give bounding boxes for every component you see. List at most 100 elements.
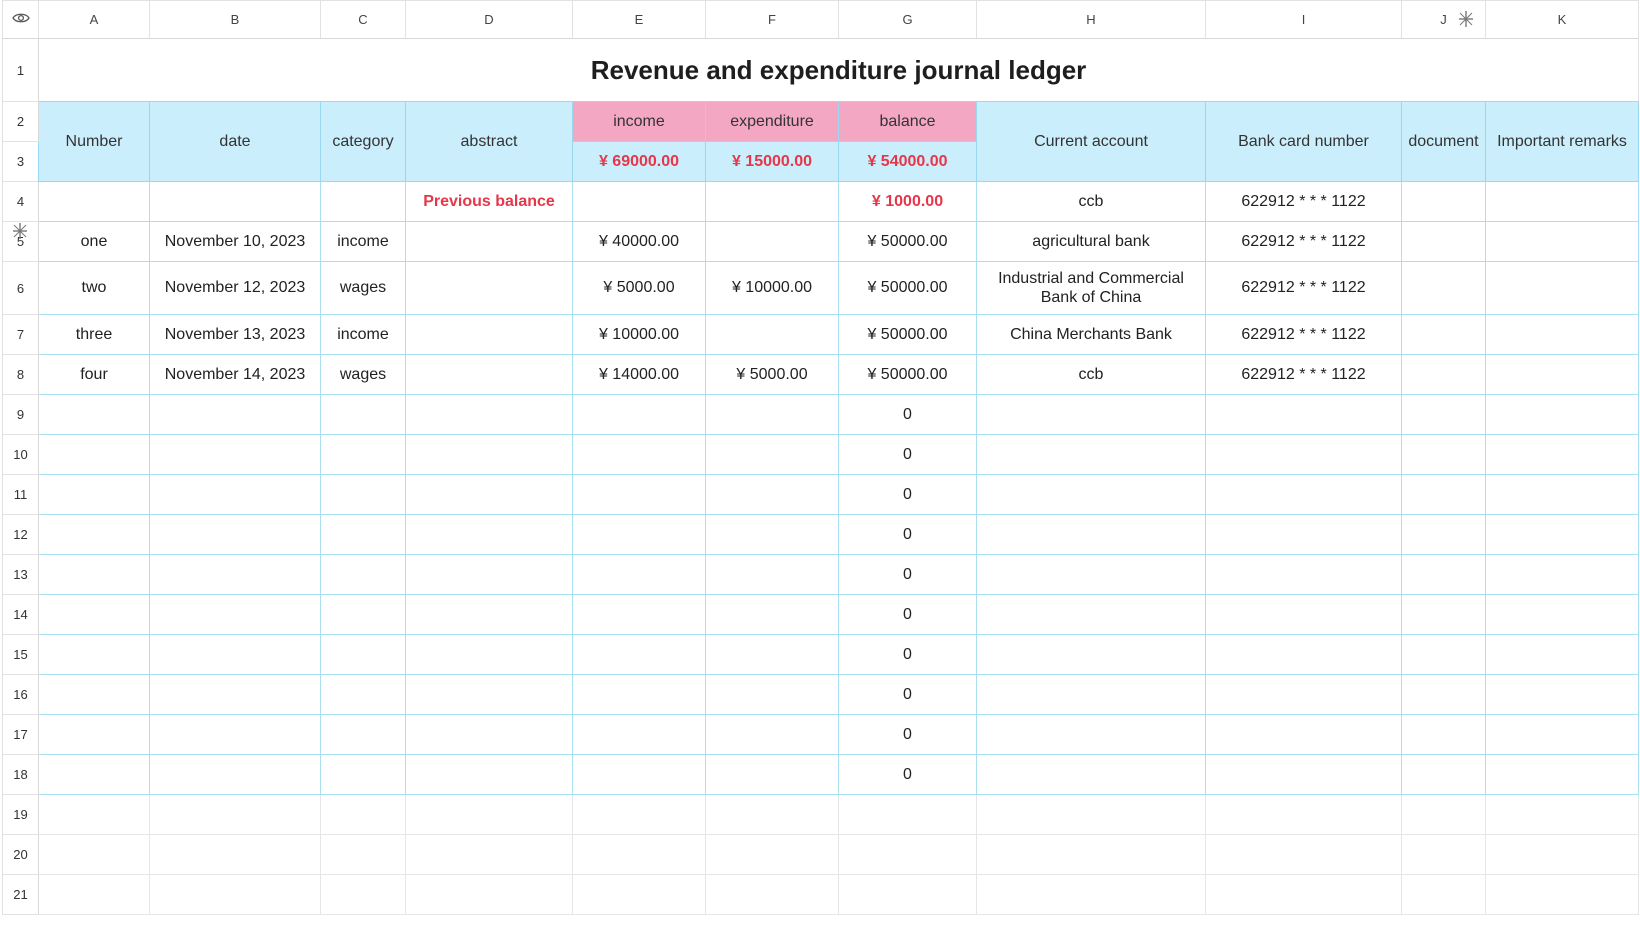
balance-cell[interactable]: 0 (838, 514, 977, 555)
table-cell[interactable] (320, 674, 406, 715)
table-cell[interactable] (320, 634, 406, 675)
table-cell[interactable] (572, 181, 706, 222)
column-header-a[interactable]: A (38, 0, 150, 39)
header-abstract[interactable]: abstract (405, 101, 573, 182)
category-cell[interactable]: income (320, 314, 406, 355)
balance-cell[interactable]: 0 (838, 434, 977, 475)
column-header-c[interactable]: C (320, 0, 406, 39)
header-remarks[interactable]: Important remarks (1485, 101, 1639, 182)
balance-cell[interactable]: 0 (838, 554, 977, 595)
table-cell[interactable] (1205, 874, 1402, 915)
table-cell[interactable] (149, 394, 321, 435)
table-cell[interactable] (976, 434, 1206, 475)
table-cell[interactable] (572, 714, 706, 755)
column-header-i[interactable]: I (1205, 0, 1402, 39)
table-cell[interactable] (38, 594, 150, 635)
balance-cell[interactable]: 0 (838, 474, 977, 515)
table-cell[interactable] (149, 674, 321, 715)
table-cell[interactable] (1485, 474, 1639, 515)
table-cell[interactable] (838, 874, 977, 915)
expenditure-cell[interactable]: ¥ 10000.00 (705, 261, 839, 315)
column-header-e[interactable]: E (572, 0, 706, 39)
table-cell[interactable] (705, 594, 839, 635)
row-number[interactable]: 16 (2, 674, 39, 715)
balance-cell[interactable]: 0 (838, 634, 977, 675)
balance-cell[interactable]: 0 (838, 754, 977, 795)
header-balance[interactable]: balance (838, 101, 977, 142)
table-cell[interactable] (320, 874, 406, 915)
header-date[interactable]: date (149, 101, 321, 182)
table-cell[interactable] (405, 554, 573, 595)
table-cell[interactable] (1205, 794, 1402, 835)
expenditure-cell[interactable] (705, 221, 839, 262)
balance-cell[interactable]: ¥ 50000.00 (838, 354, 977, 395)
table-cell[interactable] (976, 674, 1206, 715)
table-cell[interactable] (572, 834, 706, 875)
resize-handle-icon[interactable] (10, 221, 30, 241)
table-cell[interactable] (976, 554, 1206, 595)
balance-cell[interactable]: ¥ 50000.00 (838, 221, 977, 262)
table-cell[interactable] (838, 794, 977, 835)
table-cell[interactable] (1485, 394, 1639, 435)
row-number[interactable]: 4 (2, 181, 39, 222)
table-cell[interactable] (705, 434, 839, 475)
table-cell[interactable] (38, 474, 150, 515)
table-cell[interactable] (572, 794, 706, 835)
table-cell[interactable] (976, 394, 1206, 435)
table-cell[interactable] (320, 181, 406, 222)
table-cell[interactable] (1205, 514, 1402, 555)
table-cell[interactable] (1205, 634, 1402, 675)
row-number[interactable]: 9 (2, 394, 39, 435)
row-number[interactable]: 2 (2, 101, 39, 142)
table-cell[interactable] (705, 514, 839, 555)
number-cell[interactable]: two (38, 261, 150, 315)
eye-icon[interactable] (11, 12, 30, 24)
table-cell[interactable] (320, 834, 406, 875)
table-cell[interactable] (405, 514, 573, 555)
table-cell[interactable] (405, 874, 573, 915)
table-cell[interactable] (838, 834, 977, 875)
table-cell[interactable] (572, 394, 706, 435)
table-cell[interactable] (38, 674, 150, 715)
category-cell[interactable]: wages (320, 261, 406, 315)
sheet-title[interactable]: Revenue and expenditure journal ledger (38, 38, 1639, 102)
total-expenditure[interactable]: ¥ 15000.00 (705, 141, 839, 182)
column-header-h[interactable]: H (976, 0, 1206, 39)
table-cell[interactable] (572, 434, 706, 475)
row-number[interactable]: 19 (2, 794, 39, 835)
table-cell[interactable] (38, 554, 150, 595)
table-cell[interactable] (149, 514, 321, 555)
table-cell[interactable] (705, 714, 839, 755)
current-account-cell[interactable]: agricultural bank (976, 221, 1206, 262)
table-cell[interactable] (572, 594, 706, 635)
row-number[interactable]: 12 (2, 514, 39, 555)
current-account-cell[interactable]: Industrial and Commercial Bank of China (976, 261, 1206, 315)
bank-card-cell[interactable]: 622912 * * * 1122 (1205, 221, 1402, 262)
table-cell[interactable] (405, 834, 573, 875)
bank-card-cell[interactable]: 622912 * * * 1122 (1205, 181, 1402, 222)
row-number[interactable]: 7 (2, 314, 39, 355)
table-cell[interactable] (149, 181, 321, 222)
number-cell[interactable]: three (38, 314, 150, 355)
table-cell[interactable] (572, 674, 706, 715)
number-cell[interactable]: four (38, 354, 150, 395)
table-cell[interactable] (976, 634, 1206, 675)
table-cell[interactable] (976, 794, 1206, 835)
row-number[interactable]: 10 (2, 434, 39, 475)
table-cell[interactable] (976, 754, 1206, 795)
table-cell[interactable] (1205, 594, 1402, 635)
table-cell[interactable] (1205, 554, 1402, 595)
row-number[interactable]: 6 (2, 261, 39, 315)
row-number[interactable]: 21 (2, 874, 39, 915)
table-cell[interactable] (405, 394, 573, 435)
table-cell[interactable] (1485, 834, 1639, 875)
row-number[interactable]: 3 (2, 141, 39, 182)
table-cell[interactable] (149, 474, 321, 515)
date-cell[interactable]: November 14, 2023 (149, 354, 321, 395)
table-cell[interactable] (1401, 794, 1486, 835)
table-cell[interactable] (149, 714, 321, 755)
table-cell[interactable] (1401, 714, 1486, 755)
column-header-b[interactable]: B (149, 0, 321, 39)
table-cell[interactable] (1205, 434, 1402, 475)
column-header-d[interactable]: D (405, 0, 573, 39)
